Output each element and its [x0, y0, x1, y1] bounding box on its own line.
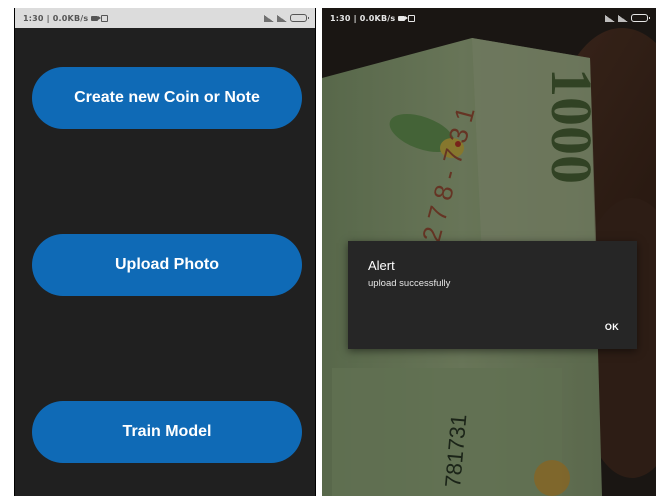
video-camera-icon [398, 15, 409, 21]
main-menu-screen: 1:30 | 0.0KB/s Create new Coin or Note U… [14, 8, 316, 496]
notification-icon [408, 14, 416, 22]
notification-icon [101, 14, 109, 22]
status-bar: 1:30 | 0.0KB/s [15, 8, 315, 28]
signal-icon [264, 14, 274, 22]
alert-message: upload successfully [368, 278, 451, 289]
train-model-button[interactable]: Train Model [32, 401, 302, 463]
alert-title: Alert [368, 258, 395, 273]
wifi-signal-icon [618, 14, 628, 22]
wifi-signal-icon [277, 14, 287, 22]
video-camera-icon [91, 15, 102, 21]
upload-result-screen: 2 7 8 - 7 3 1 1000 781731 1:30 | 0.0KB/s… [322, 8, 656, 496]
upload-photo-button[interactable]: Upload Photo [32, 234, 302, 296]
status-time: 1:30 | 0.0KB/s [330, 13, 396, 23]
status-bar: 1:30 | 0.0KB/s [322, 8, 656, 28]
alert-dialog: Alert upload successfully OK [348, 241, 637, 349]
battery-icon [631, 14, 650, 22]
create-coin-or-note-button[interactable]: Create new Coin or Note [32, 67, 302, 129]
status-time: 1:30 | 0.0KB/s [23, 13, 89, 23]
battery-icon [290, 14, 309, 22]
alert-ok-button[interactable]: OK [605, 322, 619, 332]
signal-icon [605, 14, 615, 22]
